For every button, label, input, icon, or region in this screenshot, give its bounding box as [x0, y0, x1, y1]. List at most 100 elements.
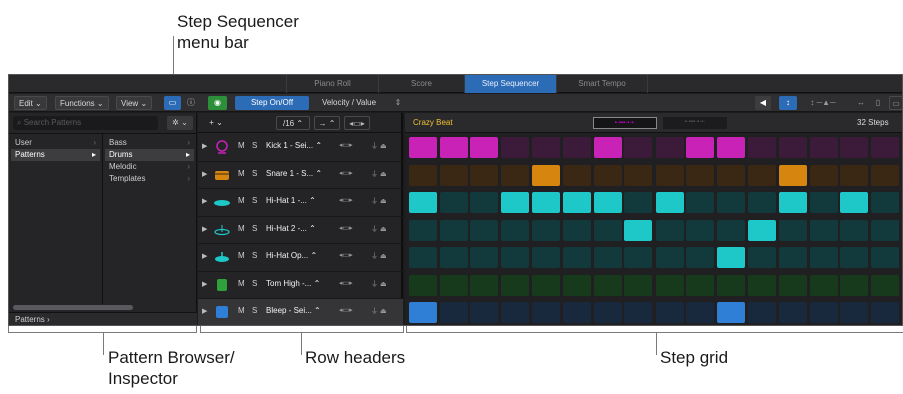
step-cell[interactable] [779, 247, 808, 268]
hihat-pedal-icon[interactable] [214, 223, 230, 237]
step-cell[interactable] [624, 164, 653, 186]
step-cell[interactable] [809, 164, 838, 186]
solo-button[interactable]: S [252, 224, 257, 233]
snare-drum-icon[interactable] [214, 168, 230, 182]
fit-icon[interactable]: ▯ [872, 96, 884, 110]
browser-path-bar[interactable]: Patterns › [9, 312, 197, 325]
step-cell[interactable] [470, 137, 499, 158]
mute-button[interactable]: M [238, 306, 245, 315]
step-cell[interactable] [563, 302, 591, 323]
step-cell[interactable] [840, 247, 869, 268]
step-cell[interactable] [686, 219, 715, 241]
pattern-overview-second-half-icon[interactable]: ▪·▪▪▪·▪·▪· [663, 117, 727, 129]
step-cell[interactable] [655, 302, 684, 323]
step-cell[interactable] [840, 192, 869, 213]
step-cell[interactable] [409, 247, 437, 268]
step-cell[interactable] [563, 219, 591, 241]
row-options-icon[interactable]: ⏚ ⏏ [371, 224, 387, 234]
view-menu[interactable]: View ⌄ [116, 96, 153, 110]
step-cell[interactable] [532, 247, 561, 268]
tab-smart-tempo[interactable]: Smart Tempo [556, 75, 648, 93]
step-cell[interactable] [439, 137, 468, 158]
row-pattern-length-icon[interactable]: ◂▭▸ [339, 224, 353, 232]
step-cell[interactable] [779, 164, 808, 186]
mute-button[interactable]: M [238, 141, 245, 150]
step-cell[interactable] [655, 219, 684, 241]
mute-button[interactable]: M [238, 169, 245, 178]
link-mode-icon[interactable]: ◉ [208, 96, 227, 110]
step-cell[interactable] [686, 247, 715, 268]
disclosure-triangle-icon[interactable]: ▶ [202, 307, 207, 315]
step-cell[interactable] [871, 302, 899, 323]
disclosure-triangle-icon[interactable]: ▶ [202, 197, 207, 205]
solo-button[interactable]: S [252, 251, 257, 260]
step-cell[interactable] [439, 219, 468, 241]
solo-button[interactable]: S [252, 306, 257, 315]
step-cell[interactable] [717, 192, 745, 213]
step-cell[interactable] [409, 192, 437, 213]
pattern-steps-label[interactable]: 32 Steps [857, 118, 889, 127]
disclosure-triangle-icon[interactable]: ▶ [202, 142, 207, 150]
step-cell[interactable] [593, 247, 622, 268]
row-assignment-menu[interactable]: Hi-Hat 1 -... ⌃ [266, 196, 316, 205]
step-cell[interactable] [655, 164, 684, 186]
step-cell[interactable] [871, 247, 899, 268]
mute-button[interactable]: M [238, 224, 245, 233]
step-cell[interactable] [563, 137, 591, 158]
step-cell[interactable] [840, 302, 869, 323]
step-cell[interactable] [686, 192, 715, 213]
step-cell[interactable] [747, 137, 776, 158]
step-cell[interactable] [871, 274, 899, 296]
step-cell[interactable] [593, 219, 622, 241]
row-header[interactable]: ▶ M S Kick 1 - Sei... ⌃ ◂▭▸ ⏚ ⏏ [198, 134, 403, 162]
step-cell[interactable] [593, 192, 622, 213]
step-cell[interactable] [409, 137, 437, 158]
solo-button[interactable]: S [252, 279, 257, 288]
step-cell[interactable] [500, 302, 529, 323]
step-cell[interactable] [624, 247, 653, 268]
functions-menu[interactable]: Functions ⌄ [55, 96, 109, 110]
mute-button[interactable]: M [238, 279, 245, 288]
step-cell[interactable] [779, 302, 808, 323]
step-cell[interactable] [409, 274, 437, 296]
mute-button[interactable]: M [238, 251, 245, 260]
step-cell[interactable] [563, 274, 591, 296]
row-header[interactable]: ▶ M S Hi-Hat Op... ⌃ ◂▭▸ ⏚ ⏏ [198, 244, 403, 272]
step-cell[interactable] [624, 192, 653, 213]
step-cell[interactable] [686, 137, 715, 158]
step-cell[interactable] [779, 137, 808, 158]
browser-item-patterns[interactable]: Patterns ▸ [11, 149, 100, 161]
step-cell[interactable] [809, 219, 838, 241]
tom-drum-icon[interactable] [214, 278, 230, 292]
step-cell[interactable] [871, 219, 899, 241]
step-cell[interactable] [840, 219, 869, 241]
horizontal-zoom-icon[interactable]: ↔ [855, 96, 867, 110]
add-row-button[interactable]: + ⌄ [204, 116, 228, 130]
pattern-overview-icon[interactable]: ▪·▪▪▪·▪·▪· [593, 117, 657, 129]
browser-item-bass[interactable]: Bass › [105, 137, 194, 149]
step-cell[interactable] [779, 274, 808, 296]
step-cell[interactable] [779, 192, 808, 213]
kick-drum-icon[interactable] [214, 140, 230, 154]
step-cell[interactable] [655, 137, 684, 158]
step-cell[interactable] [500, 219, 529, 241]
step-cell[interactable] [500, 164, 529, 186]
panel-icon[interactable]: ▭ [889, 96, 902, 110]
step-cell[interactable] [624, 137, 653, 158]
step-cell[interactable] [624, 274, 653, 296]
pattern-length-icon[interactable]: ◂▭▸ [344, 116, 370, 130]
row-options-icon[interactable]: ⏚ ⏏ [371, 306, 387, 316]
row-options-icon[interactable]: ⏚ ⏏ [371, 141, 387, 151]
edit-mode-stepper-icon[interactable]: ⇕ [392, 96, 404, 110]
step-cell[interactable] [470, 274, 499, 296]
hihat-closed-icon[interactable] [214, 195, 230, 209]
step-cell[interactable] [470, 247, 499, 268]
row-options-icon[interactable]: ⏚ ⏏ [371, 169, 387, 179]
step-cell[interactable] [593, 302, 622, 323]
step-cell[interactable] [439, 164, 468, 186]
step-cell[interactable] [717, 137, 745, 158]
step-cell[interactable] [717, 247, 745, 268]
row-pattern-length-icon[interactable]: ◂▭▸ [339, 196, 353, 204]
disclosure-triangle-icon[interactable]: ▶ [202, 225, 207, 233]
step-cell[interactable] [717, 164, 745, 186]
